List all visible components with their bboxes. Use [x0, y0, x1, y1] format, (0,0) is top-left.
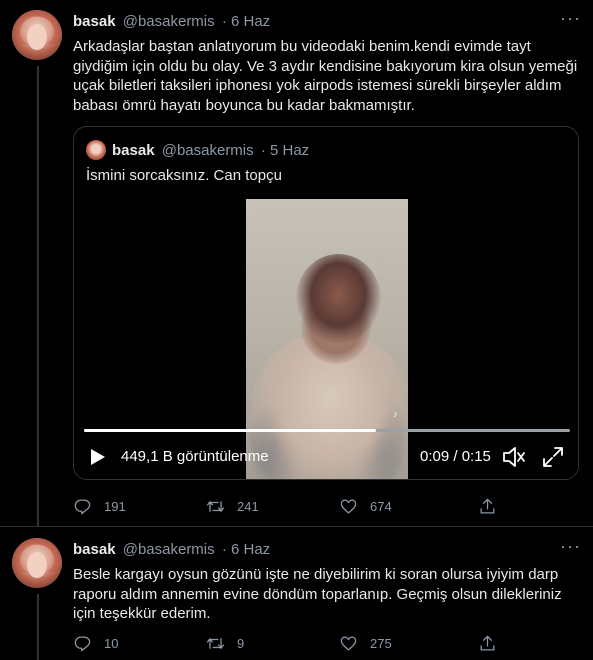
video-player[interactable]: ♪ 449,1 B görüntülenme 0:09 / 0:15: [74, 197, 578, 479]
retweet-icon: [206, 637, 225, 649]
reply-icon: [74, 499, 91, 514]
heart-icon: [340, 499, 357, 513]
tiktok-watermark-icon: ♪: [393, 409, 398, 419]
retweet-count: 241: [237, 498, 259, 514]
play-icon[interactable]: [90, 448, 106, 466]
quoted-tweet-text: İsmini sorcaksınız. Can topçu: [86, 167, 282, 184]
quoted-tweet-header: basak @basakermis · 5 Haz: [112, 142, 309, 159]
user-name[interactable]: basak: [73, 13, 116, 30]
reply-button[interactable]: 10: [73, 632, 118, 654]
view-count: 449,1 B görüntülenme: [121, 448, 269, 465]
tweet-header: basak @basakermis · 6 Haz: [73, 13, 270, 30]
more-options-icon[interactable]: ···: [560, 8, 581, 29]
divider: [0, 526, 593, 527]
tweet-text: Arkadaşlar baştan anlatıyorum bu videoda…: [73, 38, 578, 114]
video-frame[interactable]: ♪: [246, 199, 408, 479]
share-button[interactable]: [478, 495, 497, 517]
retweet-count: 9: [237, 635, 245, 651]
retweet-icon: [206, 500, 225, 512]
share-icon: [480, 498, 495, 513]
tweet-actions: 191 241 674: [73, 495, 503, 517]
tweet-date[interactable]: · 6 Haz: [222, 541, 270, 558]
like-button[interactable]: 275: [339, 632, 392, 654]
user-handle[interactable]: @basakermis: [123, 13, 215, 30]
user-name[interactable]: basak: [73, 541, 116, 558]
heart-icon: [340, 636, 357, 650]
share-button[interactable]: [478, 632, 497, 654]
avatar[interactable]: [12, 538, 62, 588]
reply-count: 191: [104, 498, 126, 514]
user-handle[interactable]: @basakermis: [123, 541, 215, 558]
reply-button[interactable]: 191: [73, 495, 126, 517]
fullscreen-icon[interactable]: [542, 446, 564, 468]
user-name: basak: [112, 142, 155, 159]
share-icon: [480, 635, 495, 650]
tweet-header: basak @basakermis · 6 Haz: [73, 541, 270, 558]
quoted-tweet[interactable]: basak @basakermis · 5 Haz İsmini sorcaks…: [73, 126, 579, 480]
retweet-button[interactable]: 241: [206, 495, 259, 517]
thread-line: [37, 66, 39, 526]
reply-count: 10: [104, 635, 119, 651]
video-progress-bar[interactable]: [84, 429, 570, 432]
more-options-icon[interactable]: ···: [560, 536, 581, 557]
video-controls: 449,1 B görüntülenme 0:09 / 0:15: [74, 442, 578, 472]
video-time: 0:09 / 0:15: [420, 448, 491, 465]
avatar: [86, 140, 106, 160]
avatar[interactable]: [12, 10, 62, 60]
reply-icon: [74, 636, 91, 651]
like-button[interactable]: 674: [339, 495, 392, 517]
retweet-button[interactable]: 9: [206, 632, 244, 654]
tweet-date[interactable]: · 6 Haz: [222, 13, 270, 30]
volume-muted-icon[interactable]: [502, 446, 526, 468]
tweet-text: Besle kargayı oysun gözünü işte ne diyeb…: [73, 566, 562, 622]
like-count: 674: [370, 498, 392, 514]
thread-line: [37, 594, 39, 660]
tweet-actions: 10 9 275: [73, 632, 503, 654]
like-count: 275: [370, 635, 392, 651]
user-handle: @basakermis: [161, 142, 254, 159]
video-progress-fill: [84, 429, 376, 432]
tweet-date: · 5 Haz: [260, 142, 310, 159]
